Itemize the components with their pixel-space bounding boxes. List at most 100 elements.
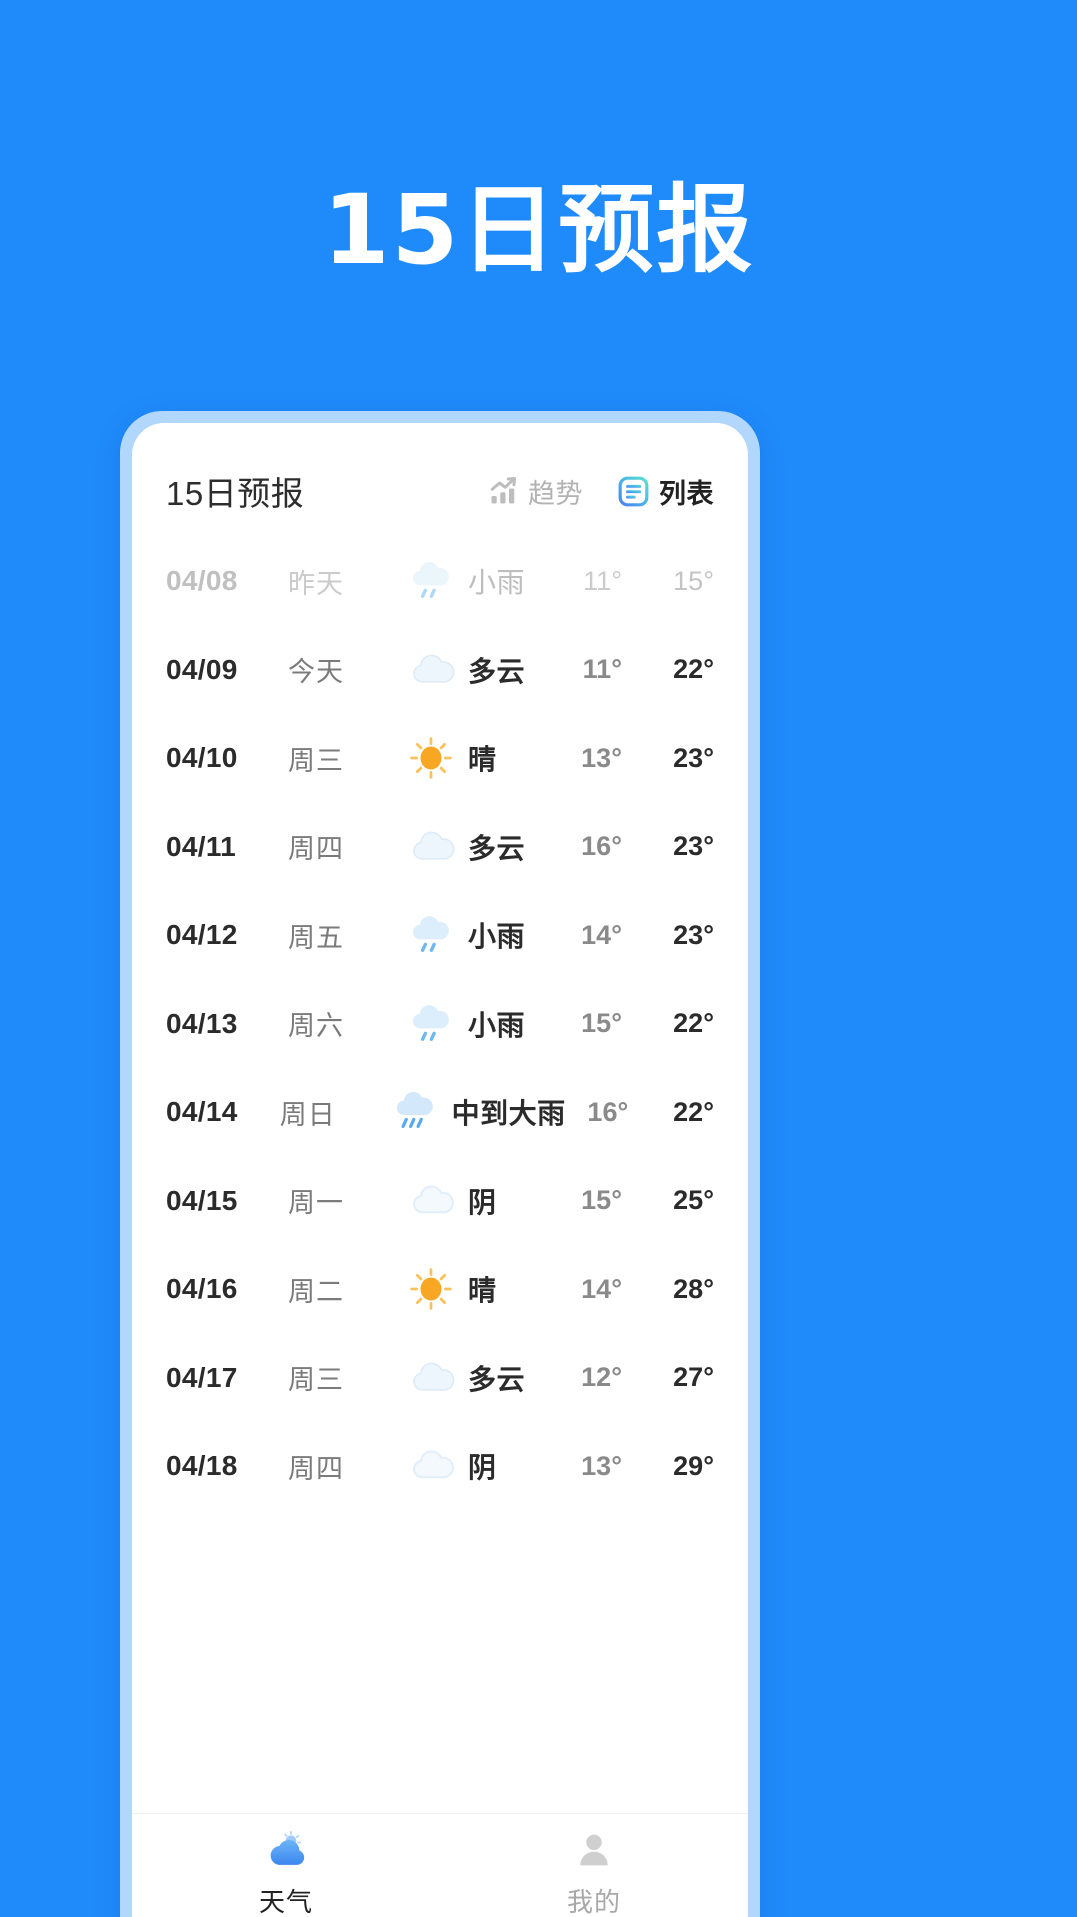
table-row[interactable]: 04/17 周三 多云 12° 27° — [166, 1334, 714, 1423]
nav-item-profile-label: 我的 — [566, 1887, 621, 1917]
row-low-temp: 12° — [581, 1362, 622, 1393]
row-low-temp: 15° — [581, 1008, 622, 1039]
table-row[interactable]: 04/14 周日 中到大雨 16° 22° — [166, 1068, 714, 1157]
row-date: 04/13 — [166, 1007, 238, 1039]
row-condition: 晴 — [406, 1264, 542, 1314]
light-rain-icon — [406, 556, 456, 606]
row-condition: 多云 — [406, 822, 542, 872]
row-high-temp: 22° — [673, 654, 714, 685]
row-low-temp: 11° — [583, 565, 622, 596]
row-condition-label: 小雨 — [468, 921, 526, 953]
row-high-temp: 23° — [673, 919, 714, 950]
sunny-icon — [406, 733, 456, 783]
row-day: 周三 — [288, 1365, 344, 1396]
tab-trend-label: 趋势 — [528, 478, 583, 509]
row-condition-label: 小雨 — [468, 1009, 526, 1041]
heavy-rain-icon — [390, 1087, 440, 1137]
row-date: 04/11 — [166, 830, 237, 862]
table-row[interactable]: 04/15 周一 阴 15° 25° — [166, 1157, 714, 1246]
row-date: 04/10 — [166, 742, 238, 774]
row-low-temp: 14° — [581, 1273, 622, 1304]
table-row[interactable]: 04/12 周五 小雨 14° 23° — [166, 891, 714, 980]
nav-item-weather-label: 天气 — [258, 1887, 313, 1917]
row-condition: 小雨 — [406, 910, 542, 960]
weather-cloud-sun-icon — [264, 1828, 308, 1872]
row-high-temp: 28° — [673, 1273, 714, 1304]
row-day: 周二 — [288, 1276, 344, 1307]
row-high-temp: 27° — [673, 1362, 714, 1393]
row-condition: 阴 — [406, 1441, 542, 1491]
phone-screen: 15日预报 趋势 列表 04/08 昨天 小雨 11° 15° 04/09 今天… — [132, 423, 748, 1917]
row-high-temp: 23° — [673, 742, 714, 773]
row-date: 04/08 — [166, 565, 238, 597]
cloudy-icon — [406, 645, 456, 695]
page-title: 15日预报 — [166, 475, 305, 512]
table-row[interactable]: 04/09 今天 多云 11° 22° — [166, 626, 714, 715]
row-high-temp: 29° — [673, 1450, 714, 1481]
bottom-navigation: 天气 我的 — [132, 1813, 748, 1917]
cloudy-icon — [406, 822, 456, 872]
row-day: 周六 — [288, 1011, 344, 1042]
trend-chart-icon — [489, 476, 519, 506]
row-condition-label: 晴 — [468, 1275, 497, 1307]
row-condition: 小雨 — [406, 999, 542, 1049]
tab-trend[interactable]: 趋势 — [489, 472, 583, 511]
table-row[interactable]: 04/11 周四 多云 16° 23° — [166, 803, 714, 892]
row-high-temp: 25° — [673, 1185, 714, 1216]
row-low-temp: 11° — [582, 654, 622, 685]
table-row[interactable]: 04/16 周二 晴 14° 28° — [166, 1245, 714, 1334]
person-icon — [572, 1828, 616, 1872]
table-row[interactable]: 04/10 周三 晴 13° 23° — [166, 714, 714, 803]
row-condition-label: 小雨 — [468, 567, 526, 599]
row-condition-label: 多云 — [468, 1363, 526, 1395]
row-high-temp: 23° — [673, 831, 714, 862]
row-date: 04/09 — [166, 653, 238, 685]
row-day: 周五 — [288, 922, 344, 953]
table-row[interactable]: 04/08 昨天 小雨 11° 15° — [166, 537, 714, 626]
row-low-temp: 14° — [581, 919, 622, 950]
row-day: 周四 — [288, 1453, 344, 1484]
row-date: 04/16 — [166, 1273, 238, 1305]
phone-frame: 15日预报 趋势 列表 04/08 昨天 小雨 11° 15° 04/09 今天… — [120, 411, 760, 1917]
row-day: 周日 — [279, 1099, 336, 1130]
row-date: 04/15 — [166, 1184, 238, 1216]
row-condition-label: 晴 — [468, 744, 497, 776]
light-rain-icon — [406, 999, 456, 1049]
row-condition-label: 阴 — [468, 1452, 497, 1484]
row-condition: 小雨 — [406, 556, 542, 606]
row-day: 昨天 — [288, 568, 344, 599]
table-row[interactable]: 04/18 周四 阴 13° 29° — [166, 1422, 714, 1511]
row-high-temp: 22° — [673, 1096, 714, 1127]
row-condition: 晴 — [406, 733, 542, 783]
nav-item-weather[interactable]: 天气 — [132, 1828, 440, 1917]
light-rain-icon — [406, 910, 456, 960]
row-low-temp: 16° — [581, 831, 622, 862]
sunny-icon — [406, 1264, 456, 1314]
tab-list-label: 列表 — [659, 478, 714, 509]
row-day: 周三 — [288, 745, 344, 776]
row-date: 04/17 — [166, 1361, 238, 1393]
row-low-temp: 13° — [581, 1450, 622, 1481]
row-low-temp: 16° — [587, 1096, 629, 1127]
cloudy-icon — [406, 1353, 456, 1403]
list-icon — [617, 475, 650, 508]
tab-list[interactable]: 列表 — [617, 472, 714, 511]
row-high-temp: 22° — [673, 1008, 714, 1039]
card-header: 15日预报 趋势 列表 — [132, 423, 748, 537]
row-high-temp: 15° — [673, 565, 714, 596]
row-condition-label: 多云 — [468, 655, 526, 687]
row-day: 今天 — [288, 657, 344, 688]
overcast-icon — [406, 1441, 456, 1491]
row-condition-label: 多云 — [468, 832, 526, 864]
row-condition: 阴 — [406, 1176, 542, 1226]
overcast-icon — [406, 1176, 456, 1226]
row-condition: 多云 — [406, 645, 542, 695]
row-date: 04/14 — [166, 1096, 238, 1128]
table-row[interactable]: 04/13 周六 小雨 15° 22° — [166, 980, 714, 1069]
forecast-list: 04/08 昨天 小雨 11° 15° 04/09 今天 多云 11° 22° … — [132, 537, 748, 1813]
row-low-temp: 15° — [581, 1185, 622, 1216]
nav-item-profile[interactable]: 我的 — [440, 1828, 748, 1917]
row-condition-label: 阴 — [468, 1186, 497, 1218]
row-date: 04/18 — [166, 1450, 238, 1482]
hero-title: 15日预报 — [322, 174, 755, 286]
